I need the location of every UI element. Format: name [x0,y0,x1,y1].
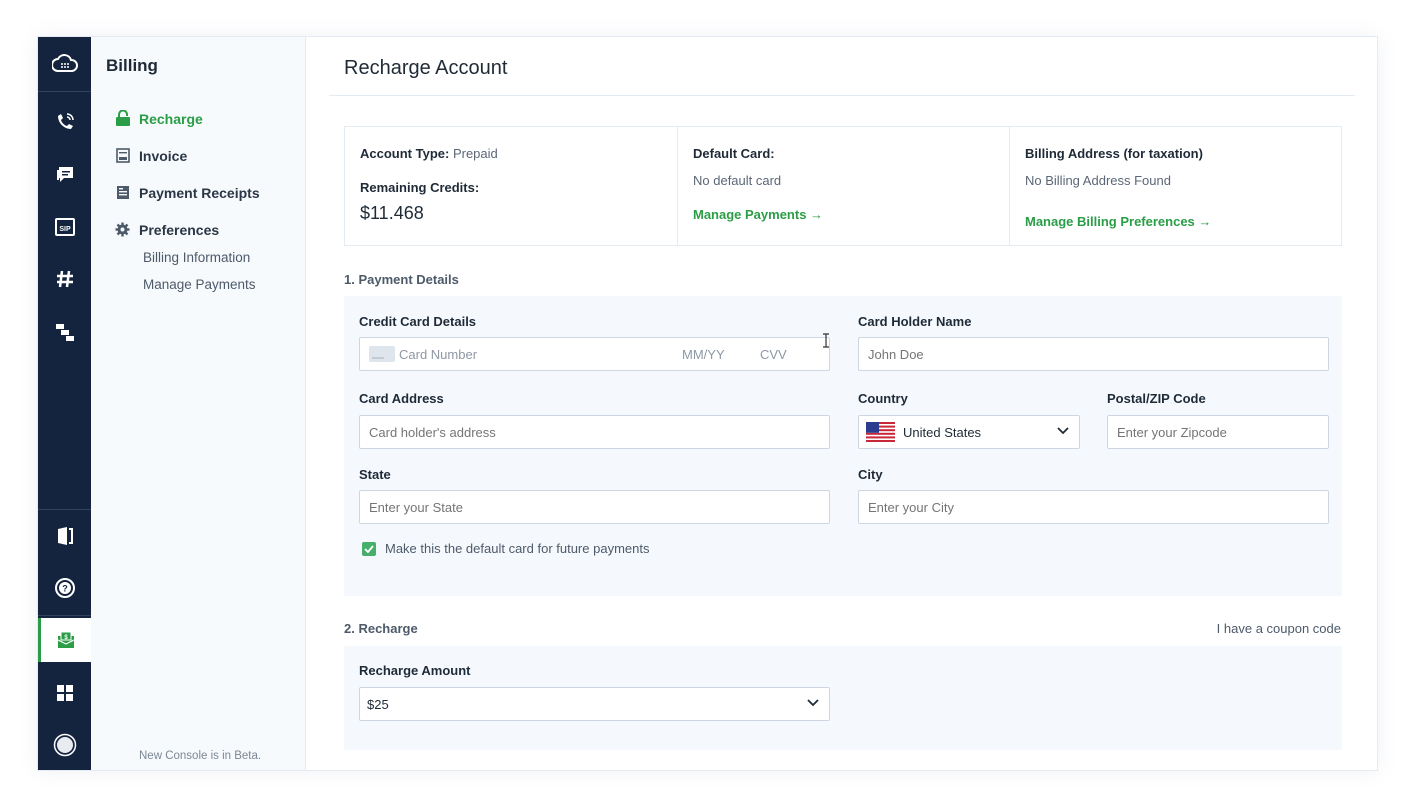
account-column: Account Type: Prepaid Remaining Credits:… [345,127,677,245]
rail-divider [38,91,91,92]
default-card-checkbox-label: Make this the default card for future pa… [385,541,650,556]
invoice-icon [114,147,131,164]
docs-icon[interactable] [38,514,91,558]
zip-label: Postal/ZIP Code [1107,391,1206,406]
manage-payments-link[interactable]: Manage Payments → [693,207,823,222]
recharge-amount-value: $25 [367,696,389,712]
credit-card-label: Credit Card Details [359,314,477,329]
default-card-checkbox[interactable]: Make this the default card for future pa… [362,541,649,556]
billing-address-value: No Billing Address Found [1025,173,1171,188]
recharge-panel: Recharge Amount $25 [344,646,1342,750]
country-value: United States [903,424,982,440]
account-type: Account Type: Prepaid [360,146,498,161]
recharge-amount-label: Recharge Amount [359,663,471,678]
rail-divider [38,509,91,510]
title-divider [329,95,1355,96]
sip-icon[interactable]: SIP [38,205,91,249]
card-address-label: Card Address [359,391,444,406]
expiry-placeholder: MM/YY [682,346,725,362]
rail-divider [38,615,91,616]
country-select[interactable]: United States [858,415,1080,449]
city-input[interactable] [858,490,1329,524]
card-number-placeholder: Card Number [399,346,478,362]
apps-icon[interactable] [38,671,91,715]
checkbox-checked-icon[interactable] [362,541,376,556]
main-content: Recharge Account Account Type: Prepaid R… [307,37,1377,770]
cloud-logo-icon[interactable] [38,42,91,86]
lock-icon [114,110,131,127]
card-address-input[interactable] [359,415,830,449]
message-icon[interactable] [38,153,91,197]
country-label: Country [858,391,908,406]
billing-address-column: Billing Address (for taxation) No Billin… [1009,127,1343,245]
sidebar-item-payment-receipts[interactable]: Payment Receipts [114,184,260,201]
recharge-amount-select[interactable]: $25 [359,687,830,721]
sidebar-item-label: Recharge [139,110,203,127]
chevron-down-icon [1057,427,1069,435]
us-flag-icon [866,422,895,442]
app-window: SIP ? $ Billing Recharge Invoice Payment… [37,36,1378,771]
receipt-icon [114,184,131,201]
billing-address-label: Billing Address (for taxation) [1025,146,1203,161]
sidebar-item-label: Payment Receipts [139,184,260,201]
sidebar-subitem-billing-information[interactable]: Billing Information [143,250,250,265]
card-holder-label: Card Holder Name [858,314,972,329]
sidebar-item-label: Invoice [139,147,188,164]
state-input[interactable] [359,490,830,524]
hash-icon[interactable] [38,257,91,301]
credit-card-icon [369,346,395,362]
payment-details-heading: 1. Payment Details [344,272,459,287]
beta-notice: New Console is in Beta. [139,750,262,762]
account-type-value: Prepaid [452,146,498,161]
sidebar-item-recharge[interactable]: Recharge [114,110,203,127]
profile-icon[interactable] [38,723,91,767]
billing-icon[interactable]: $ [38,618,91,662]
billing-sidebar: Billing Recharge Invoice Payment Receipt… [91,37,306,770]
sidebar-item-invoice[interactable]: Invoice [114,147,187,164]
icon-rail: SIP ? $ [38,37,91,770]
account-summary-card: Account Type: Prepaid Remaining Credits:… [344,126,1342,246]
svg-text:SIP: SIP [59,226,71,233]
remaining-credits-label: Remaining Credits: [360,180,480,195]
sidebar-item-label: Preferences [139,221,220,238]
sidebar-item-preferences[interactable]: Preferences [114,221,219,238]
recharge-heading: 2. Recharge [344,621,418,636]
sidebar-subitem-manage-payments[interactable]: Manage Payments [143,277,256,292]
gear-icon [114,221,131,238]
flow-icon[interactable] [38,310,91,354]
manage-billing-preferences-link[interactable]: Manage Billing Preferences → [1025,214,1211,229]
chevron-down-icon [807,699,819,707]
text-cursor-icon [823,333,829,348]
default-card-column: Default Card: No default card Manage Pay… [677,127,1009,245]
page-title: Recharge Account [344,57,508,79]
default-card-value: No default card [693,173,782,188]
help-icon[interactable]: ? [38,566,91,610]
state-label: State [359,467,391,482]
credit-card-input[interactable]: Card Number MM/YY CVV [359,337,830,371]
zip-input[interactable] [1107,415,1329,449]
city-label: City [858,467,883,482]
card-holder-input[interactable] [858,337,1329,371]
remaining-credits-value: $11.468 [360,203,424,223]
sidebar-title: Billing [106,56,158,75]
payment-details-panel: Credit Card Details Card Number MM/YY CV… [344,296,1342,596]
default-card-label: Default Card: [693,146,775,161]
cvv-placeholder: CVV [760,346,787,362]
svg-text:?: ? [62,584,68,594]
coupon-code-link[interactable]: I have a coupon code [1217,621,1341,636]
phone-icon[interactable] [38,100,91,144]
